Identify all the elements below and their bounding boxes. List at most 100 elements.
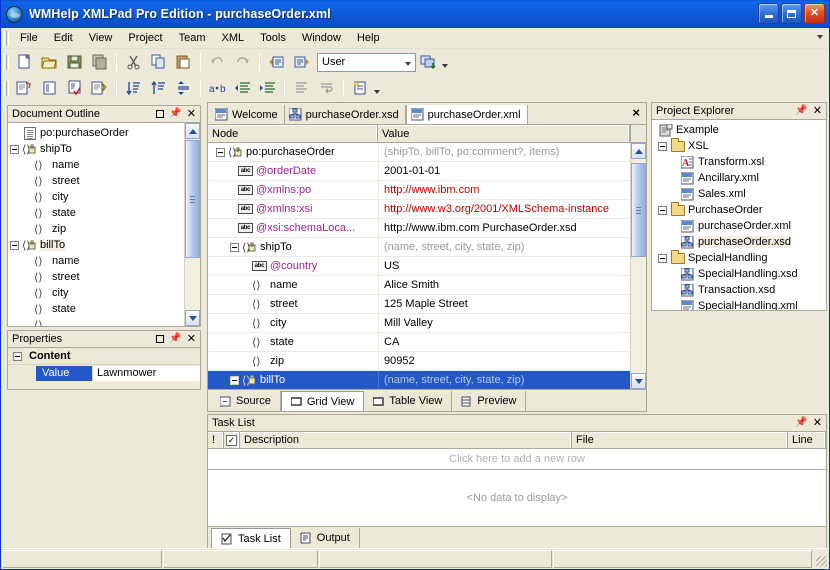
undo-icon[interactable] xyxy=(206,51,229,73)
close-button[interactable]: ✕ xyxy=(804,3,825,24)
xml-toolbar-overflow-icon[interactable] xyxy=(374,89,380,94)
menu-window[interactable]: Window xyxy=(294,29,349,47)
outline-node-partial[interactable]: ⟨⟩ xyxy=(10,317,184,327)
maximize-button[interactable] xyxy=(781,3,802,24)
scroll-thumb[interactable] xyxy=(631,163,646,257)
pin-icon[interactable]: 📌 xyxy=(169,334,181,344)
open-file-icon[interactable] xyxy=(38,51,61,73)
resize-grip[interactable] xyxy=(813,549,829,569)
table-row[interactable]: ⟨⟩ state CA xyxy=(208,333,630,352)
collapse-toggle[interactable] xyxy=(658,253,667,263)
grid-scrollbar[interactable] xyxy=(630,143,646,389)
project-node-transaction-xsd[interactable]: Transaction.xsd xyxy=(654,282,826,298)
prev-bookmark-icon[interactable] xyxy=(265,51,288,73)
outline-node[interactable]: ⟨⟩ state xyxy=(10,205,184,221)
tab-welcome[interactable]: Welcome xyxy=(211,105,285,124)
grid-node-value[interactable]: http://www.w3.org/2001/XMLSchema-instanc… xyxy=(378,203,630,215)
table-row[interactable]: abc @xmlns:xsi http://www.w3.org/2001/XM… xyxy=(208,200,630,219)
outline-node[interactable]: ⟨⟩ billTo xyxy=(10,237,184,253)
minimize-button[interactable] xyxy=(758,3,779,24)
outline-node[interactable]: ⟨⟩ state xyxy=(10,301,184,317)
menu-edit[interactable]: Edit xyxy=(46,29,81,47)
menu-overflow-icon[interactable] xyxy=(817,35,823,39)
grid-node-value[interactable]: Alice Smith xyxy=(378,279,630,291)
project-node-purchaseorder-folder[interactable]: PurchaseOrder xyxy=(654,201,826,218)
sort-up-icon[interactable] xyxy=(147,77,170,99)
properties-grid[interactable]: Content Value Lawnmower xyxy=(7,347,201,390)
scroll-up-button[interactable] xyxy=(185,123,200,139)
project-explorer-tree[interactable]: Example XSL A Transform.xsl Ancillary.xm… xyxy=(651,119,827,311)
table-row[interactable]: ⟨⟩ zip 90952 xyxy=(208,352,630,371)
outline-node[interactable]: ⟨⟩ shipTo xyxy=(10,141,184,157)
menu-help[interactable]: Help xyxy=(349,29,388,47)
tab-purchaseorder-xml[interactable]: purchaseOrder.xml xyxy=(405,105,528,124)
grid-node-value[interactable]: 2001-01-01 xyxy=(378,165,630,177)
outline-node[interactable]: po:purchaseOrder xyxy=(10,125,184,141)
project-node-specialhandling-xsd[interactable]: SpecialHandling.xsd xyxy=(654,266,826,282)
paste-icon[interactable] xyxy=(172,51,195,73)
collapse-toggle[interactable] xyxy=(230,375,239,385)
task-column-line[interactable]: Line xyxy=(788,432,826,448)
check-wellformed-icon[interactable] xyxy=(13,77,36,99)
grid-column-node[interactable]: Node xyxy=(208,125,378,142)
table-row[interactable]: abc @orderDate 2001-01-01 xyxy=(208,162,630,181)
project-node-xsl-folder[interactable]: XSL xyxy=(654,137,826,154)
sort-down-icon[interactable] xyxy=(122,77,145,99)
scroll-down-button[interactable] xyxy=(185,310,200,326)
collapse-toggle[interactable] xyxy=(10,144,19,154)
grid-node-value[interactable]: 90952 xyxy=(378,355,630,367)
menu-project[interactable]: Project xyxy=(120,29,170,47)
properties-group-row[interactable]: Content xyxy=(8,348,200,365)
grid-column-value[interactable]: Value xyxy=(378,125,630,142)
grid-node-value[interactable]: (name, street, city, state, zip) xyxy=(378,241,630,253)
collapse-toggle[interactable] xyxy=(658,205,667,215)
task-list-grid[interactable]: ! ✓ Description File Line Click here to … xyxy=(207,431,827,527)
indent-icon[interactable] xyxy=(256,77,279,99)
project-node-purchaseorder-xml[interactable]: purchaseOrder.xml xyxy=(654,218,826,234)
ab-replace-icon[interactable]: ab xyxy=(206,77,229,99)
close-tab-button[interactable]: × xyxy=(632,106,640,119)
xml-grid-view[interactable]: Node Value ⟨⟩ po:purchaseOrder (shipTo, xyxy=(207,124,647,390)
task-column-priority[interactable]: ! xyxy=(208,432,224,448)
wrap-icon[interactable] xyxy=(315,77,338,99)
task-column-description[interactable]: Description xyxy=(240,432,572,448)
next-bookmark-icon[interactable] xyxy=(290,51,313,73)
table-row[interactable]: abc @country US xyxy=(208,257,630,276)
tab-task-list[interactable]: Task List xyxy=(211,528,291,548)
menu-team[interactable]: Team xyxy=(171,29,214,47)
table-row-selected[interactable]: ⟨⟩ billTo (name, street, city, state, zi… xyxy=(208,371,630,389)
snippet-icon[interactable] xyxy=(349,77,372,99)
grid-node-value[interactable]: http://www.ibm.com xyxy=(378,184,630,196)
close-icon[interactable]: ✕ xyxy=(187,108,196,120)
collapse-toggle[interactable] xyxy=(658,141,667,151)
pin-icon[interactable]: 📌 xyxy=(169,109,181,119)
restore-icon[interactable] xyxy=(156,110,165,118)
grid-node-value[interactable]: Mill Valley xyxy=(378,317,630,329)
transform-icon[interactable] xyxy=(88,77,111,99)
outline-node[interactable]: ⟨⟩ city xyxy=(10,285,184,301)
collapse-toggle[interactable] xyxy=(216,147,225,157)
menu-view[interactable]: View xyxy=(81,29,121,47)
collapse-toggle[interactable] xyxy=(230,242,239,252)
copy-icon[interactable] xyxy=(147,51,170,73)
grid-node-value[interactable]: US xyxy=(378,260,630,272)
grid-node-value[interactable]: (name, street, city, state, zip) xyxy=(378,374,630,386)
outline-node[interactable]: ⟨⟩ street xyxy=(10,269,184,285)
close-icon[interactable]: ✕ xyxy=(813,417,822,429)
project-node-specialhandling-xml[interactable]: SpecialHandling.xml xyxy=(654,298,826,310)
schema-combo[interactable]: User xyxy=(317,52,416,72)
outline-node[interactable]: ⟨⟩ name xyxy=(10,253,184,269)
menu-drag-grip[interactable] xyxy=(3,30,9,46)
grid-node-value[interactable]: http://www.ibm.com PurchaseOrder.xsd xyxy=(378,222,630,234)
project-node-ancillary-xml[interactable]: Ancillary.xml xyxy=(654,170,826,186)
grid-node-value[interactable]: CA xyxy=(378,336,630,348)
table-row[interactable]: ⟨⟩ shipTo (name, street, city, state, zi… xyxy=(208,238,630,257)
checkbox-icon[interactable]: ✓ xyxy=(226,434,237,446)
save-file-icon[interactable] xyxy=(63,51,86,73)
property-row[interactable]: Value Lawnmower xyxy=(8,365,200,381)
pin-icon[interactable]: 📌 xyxy=(795,106,807,116)
collapse-toggle[interactable] xyxy=(13,351,22,361)
cut-icon[interactable] xyxy=(122,51,145,73)
outline-node[interactable]: ⟨⟩ zip xyxy=(10,221,184,237)
grid-node-value[interactable]: 125 Maple Street xyxy=(378,298,630,310)
